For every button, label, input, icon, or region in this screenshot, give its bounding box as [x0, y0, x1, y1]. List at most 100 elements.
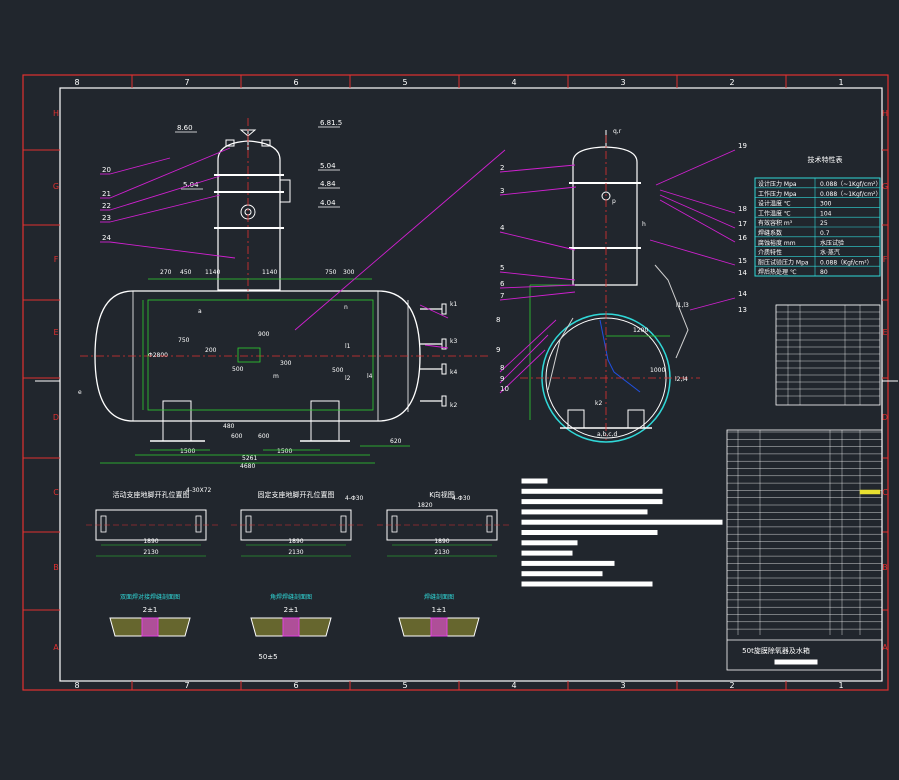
zone-letter-left: E — [53, 328, 58, 337]
anchor-slot — [486, 515, 493, 533]
drawing-canvas: 8 7 6 5 4 3 2 1 8 7 6 5 4 3 2 1 H G F E D C B A H G F E D C B A Φ2800 270… — [0, 0, 899, 780]
tech-table-value: 0.7 — [820, 230, 830, 237]
dim-inner-text: 500 — [232, 366, 244, 373]
redacted-note-line — [521, 560, 615, 566]
dim-2130-text: 2130 — [143, 549, 158, 556]
tech-table-value: 0.088（Kgf/cm²） — [820, 259, 873, 266]
dim-inner-text: 480 — [223, 423, 235, 430]
tech-table-label: 设计温度 ℃ — [758, 200, 791, 208]
nozzle-label: k2 — [450, 402, 457, 409]
weld-ratio: 2±1 — [143, 606, 158, 614]
leader-line — [109, 241, 236, 259]
elevation-marks: 8.606.81.55.045.044.844.04 — [175, 119, 342, 208]
leader-line — [109, 147, 231, 199]
zone-number-top: 1 — [838, 78, 843, 87]
elevation-label: 4.84 — [320, 180, 336, 188]
handhole — [237, 347, 261, 363]
dim-1890-text: 1890 — [434, 538, 449, 545]
nozzle-inner-label: n — [344, 304, 348, 311]
side-part-number-right: 14 — [738, 269, 747, 277]
leaders-front: 2021222324 — [100, 147, 506, 331]
tech-table-value: 104 — [820, 210, 832, 217]
leader-line — [109, 175, 221, 211]
side-support-right — [627, 409, 645, 429]
nozzle-flange — [441, 395, 447, 407]
zone-number-bottom: 2 — [729, 681, 734, 690]
zone-number-top: 5 — [402, 78, 407, 87]
tech-table-value: 0.088（~1Kgf/cm²） — [820, 191, 881, 198]
zone-letter-right: C — [882, 488, 888, 497]
tech-table-label: 耐压试验压力 Mpa — [758, 258, 809, 266]
tech-table-label: 腐蚀裕度 mm — [758, 239, 796, 247]
side-part-number: 7 — [500, 292, 504, 300]
zone-letter-right: G — [882, 182, 888, 191]
parts-lists: 50t旋膜除氧器及水箱 — [726, 304, 883, 671]
parts-table — [726, 429, 883, 671]
tech-table-label: 工作温度 ℃ — [758, 209, 791, 217]
side-leader-left — [499, 284, 576, 289]
zone-letter-right: E — [882, 328, 887, 337]
dim-1890-text: 1890 — [288, 538, 303, 545]
dim-top-text: 450 — [180, 269, 192, 276]
weld-title: 角焊焊缝剖面图 — [270, 593, 312, 601]
nozzle-flange — [441, 363, 447, 375]
side-part-number: 2 — [500, 164, 504, 172]
dim-2130-text: 2130 — [288, 549, 303, 556]
zone-number-bottom: 5 — [402, 681, 407, 690]
zone-letter-left: A — [53, 643, 59, 652]
support-view-title: K向视图 — [429, 490, 455, 499]
anchor-slot — [391, 515, 398, 533]
zone-letter-left: G — [53, 182, 59, 191]
tech-table-label: 焊后热处理 ℃ — [758, 268, 797, 276]
dim-top-text: 1140 — [205, 269, 220, 276]
nozzle-inner-label: a — [198, 308, 202, 315]
zone-number-top: 8 — [74, 78, 79, 87]
weld-details: 双面焊对接焊缝剖面图 2±1 角焊焊缝剖面图 2±1 焊缝剖面图 1±1 50±5 — [109, 593, 480, 661]
redacted-note-line — [521, 488, 663, 494]
tech-table-value: 0.088（~1Kgf/cm²） — [820, 181, 881, 188]
dim-inner-text: 500 — [332, 367, 344, 374]
zone-letter-left: F — [54, 255, 59, 264]
zone-letter-left: H — [53, 109, 59, 118]
side-label: l1,l3 — [676, 302, 689, 309]
dim-inner-text: 600 — [231, 433, 243, 440]
side-leader-right — [659, 194, 736, 229]
side-part-number: 8 — [500, 364, 504, 372]
side-leader-right — [659, 189, 736, 214]
internal-pipe — [547, 317, 574, 391]
elevation-label: 6.81.5 — [320, 119, 342, 127]
redacted-note-line — [521, 540, 578, 546]
dim-1890-text: 1890 — [143, 538, 158, 545]
leader-line — [109, 157, 171, 175]
zone-letter-right: D — [882, 413, 888, 422]
side-leader-left — [499, 164, 576, 173]
zone-number-top: 3 — [620, 78, 625, 87]
side-label: k2 — [595, 400, 602, 407]
zone-number-top: 7 — [184, 78, 189, 87]
dim-bottom-text: 5261 — [242, 455, 257, 462]
weld-title: 双面焊对接焊缝剖面图 — [120, 593, 180, 601]
cad-drawing: 8 7 6 5 4 3 2 18 7 6 5 4 3 2 1HGFEDCBAHGFEDCBAΦ2800270… — [22, 74, 898, 691]
dim-2130-text: 2130 — [434, 549, 449, 556]
weld-angle: 50±5 — [258, 653, 277, 661]
inner-dim-frame — [147, 299, 374, 411]
dim-vertical-text: Φ2800 — [148, 352, 168, 359]
side-part-number: 5 — [500, 264, 504, 272]
support-view-title: 固定支座地脚开孔位置图 — [258, 490, 335, 499]
side-part-number: 3 — [500, 187, 504, 195]
redacted-note-line — [521, 478, 548, 484]
elevation-label: 8.60 — [177, 124, 193, 132]
side-leader-right — [659, 199, 736, 243]
side-leader-left — [499, 291, 576, 301]
title-block-name: 50t旋膜除氧器及水箱 — [742, 646, 810, 655]
zone-letter-left: D — [53, 413, 59, 422]
zone-number-bottom: 4 — [511, 681, 516, 690]
side-leader-left — [499, 271, 576, 281]
side-part-number: 9 — [500, 375, 504, 383]
dim-inner-text: 900 — [258, 331, 270, 338]
redacted-notes — [521, 478, 723, 587]
support-view-title: 活动支座地脚开孔位置图 — [113, 490, 190, 499]
nozzle-inner-label: m — [273, 373, 279, 380]
dim-inner-text: 750 — [178, 337, 190, 344]
dim-top-text: 270 — [160, 269, 172, 276]
